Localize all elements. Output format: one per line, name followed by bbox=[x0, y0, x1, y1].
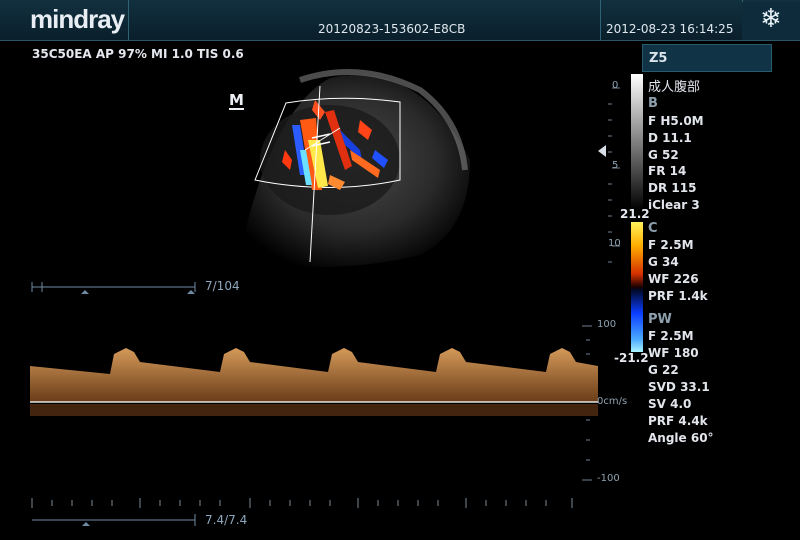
pw-mode-title: PW bbox=[648, 312, 672, 327]
color-map-bar bbox=[631, 222, 643, 352]
c-param: G 34 bbox=[648, 255, 679, 269]
gray-map-bar bbox=[631, 74, 643, 210]
exam-preset: 成人腹部 bbox=[648, 80, 701, 95]
depth-label: 5 bbox=[612, 160, 619, 171]
velocity-min-label: -100 bbox=[597, 473, 620, 484]
c-param: F 2.5M bbox=[648, 238, 694, 252]
velocity-baseline-label: 0cm/s bbox=[597, 396, 628, 407]
b-param: DR 115 bbox=[648, 181, 697, 195]
pw-param: SVD 33.1 bbox=[648, 380, 710, 394]
cine-time-label: 7.4/7.4 bbox=[205, 513, 248, 527]
cine-frame-label: 7/104 bbox=[205, 279, 240, 293]
b-mode-title: B bbox=[648, 96, 658, 111]
spectral-envelope bbox=[30, 348, 598, 402]
pw-param: G 22 bbox=[648, 363, 679, 377]
velocity-max-label: 100 bbox=[597, 319, 617, 330]
b-param: iClear 3 bbox=[648, 198, 700, 212]
depth-label: 0 bbox=[612, 80, 619, 91]
pw-param: F 2.5M bbox=[648, 329, 694, 343]
cine-bar-top[interactable] bbox=[31, 282, 196, 294]
b-param: FR 14 bbox=[648, 164, 687, 178]
pw-param: WF 180 bbox=[648, 346, 699, 360]
b-param: F H5.0M bbox=[648, 114, 704, 128]
depth-scale bbox=[608, 87, 620, 263]
c-param: PRF 1.4k bbox=[648, 289, 708, 303]
pw-spectrum[interactable] bbox=[30, 300, 598, 500]
depth-label: 10 bbox=[608, 238, 621, 249]
color-scale-max: 21.2 bbox=[620, 207, 650, 221]
reverse-flow-band bbox=[30, 404, 598, 416]
color-mode-title: C bbox=[648, 221, 658, 236]
b-param: D 11.1 bbox=[648, 131, 692, 145]
b-param: G 52 bbox=[648, 148, 679, 162]
color-scale-min: -21.2 bbox=[614, 351, 649, 365]
pw-param: PRF 4.4k bbox=[648, 414, 708, 428]
focus-caret-icon[interactable] bbox=[598, 145, 606, 157]
body-marker[interactable]: M bbox=[229, 92, 244, 110]
pw-param: SV 4.0 bbox=[648, 397, 692, 411]
c-param: WF 226 bbox=[648, 272, 699, 286]
cine-bar-bottom[interactable] bbox=[32, 514, 196, 526]
pw-param: Angle 60° bbox=[648, 431, 714, 445]
